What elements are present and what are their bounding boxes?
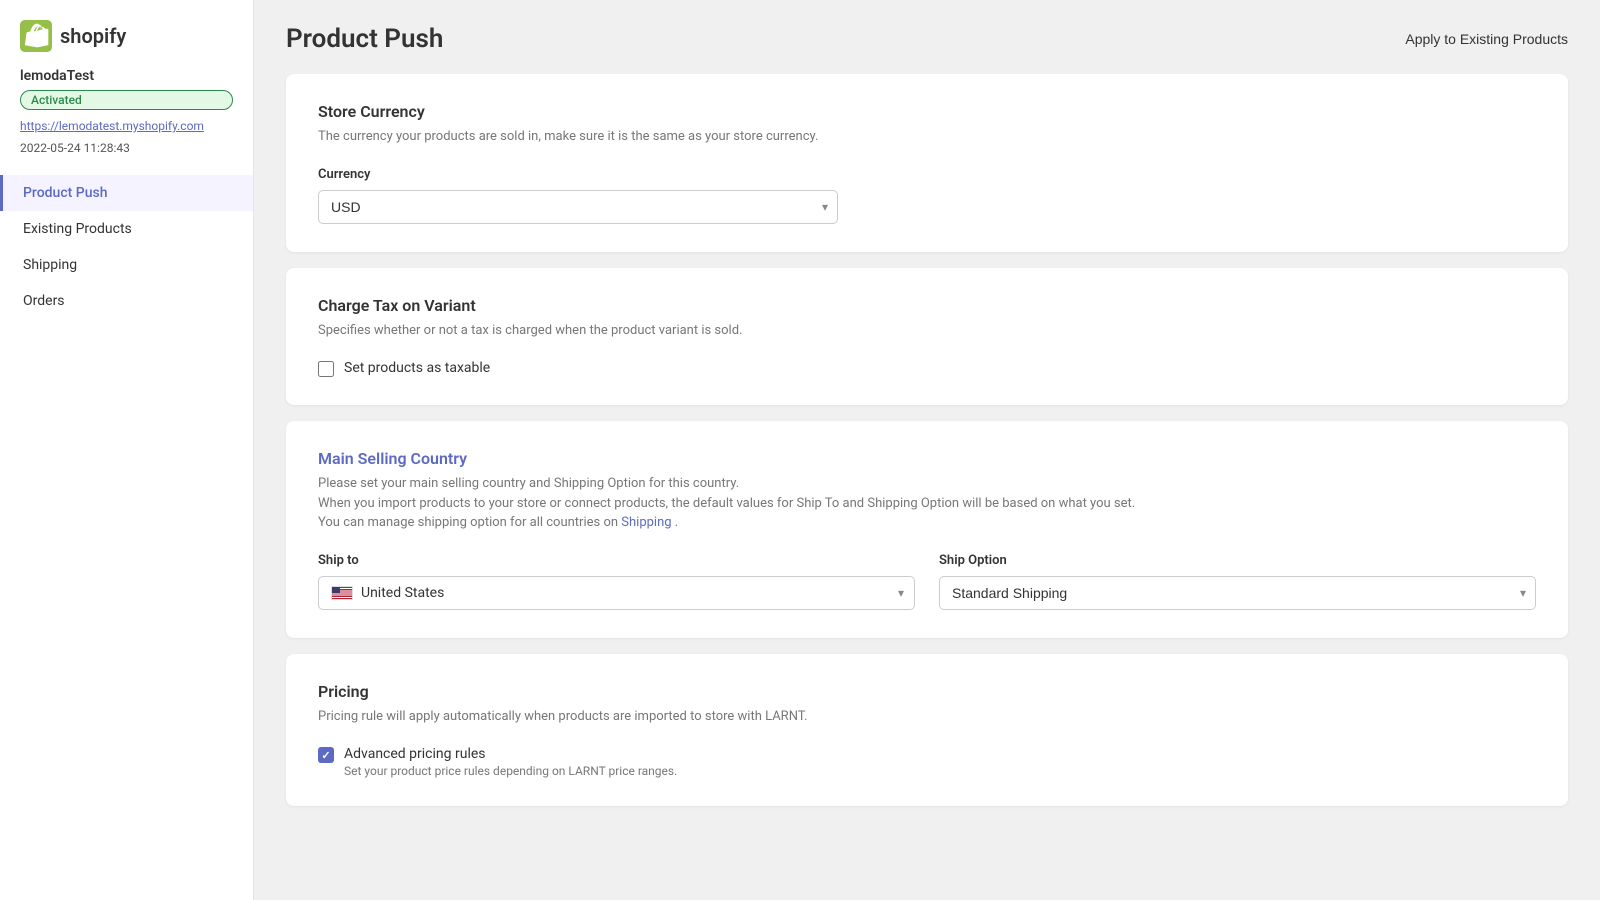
sidebar-item-orders[interactable]: Orders [0, 283, 253, 319]
svg-text:S: S [32, 29, 41, 44]
msc-desc-line2: When you import products to your store o… [318, 496, 1135, 511]
pricing-title: Pricing [318, 682, 1536, 701]
sidebar: S shopify lemodaTest Activated https://l… [0, 0, 254, 900]
main-selling-country-card: Main Selling Country Please set your mai… [286, 421, 1568, 638]
ship-option-label: Ship Option [939, 553, 1536, 568]
apply-to-existing-button[interactable]: Apply to Existing Products [1405, 31, 1568, 47]
currency-select-wrapper: USD EUR GBP CAD AUD ▾ [318, 190, 838, 224]
charge-tax-title: Charge Tax on Variant [318, 296, 1536, 315]
msc-desc-line3: You can manage shipping option for all c… [318, 515, 618, 530]
currency-select[interactable]: USD EUR GBP CAD AUD [318, 190, 838, 224]
advanced-pricing-row: ✓ Advanced pricing rules Set your produc… [318, 746, 1536, 778]
ship-row: Ship to United States ▾ Ship Option Stan… [318, 553, 1536, 610]
sidebar-item-existing-products[interactable]: Existing Products [0, 211, 253, 247]
store-currency-desc: The currency your products are sold in, … [318, 127, 1536, 147]
sidebar-logo: S shopify [0, 20, 253, 68]
sidebar-store-link[interactable]: https://lemodatest.myshopify.com [0, 118, 253, 135]
sidebar-date: 2022-05-24 11:28:43 [0, 141, 253, 171]
msc-title: Main Selling Country [318, 449, 1536, 468]
ship-to-label: Ship to [318, 553, 915, 568]
sidebar-item-shipping[interactable]: Shipping [0, 247, 253, 283]
taxable-checkbox-row: Set products as taxable [318, 360, 1536, 377]
store-currency-card: Store Currency The currency your product… [286, 74, 1568, 252]
advanced-pricing-sub: Set your product price rules depending o… [344, 764, 677, 778]
pricing-card: Pricing Pricing rule will apply automati… [286, 654, 1568, 807]
ship-to-select[interactable]: United States ▾ [318, 576, 915, 610]
ship-option-select-wrapper: Standard Shipping Express Shipping Free … [939, 576, 1536, 610]
ship-option-col: Ship Option Standard Shipping Express Sh… [939, 553, 1536, 610]
msc-shipping-link[interactable]: Shipping [621, 515, 671, 530]
ship-to-chevron-icon: ▾ [898, 586, 904, 600]
store-currency-title: Store Currency [318, 102, 1536, 121]
page-title: Product Push [286, 24, 443, 54]
msc-desc-line1: Please set your main selling country and… [318, 476, 739, 491]
activated-badge: Activated [20, 90, 233, 110]
advanced-pricing-label: Advanced pricing rules [344, 746, 677, 762]
taxable-checkbox-label: Set products as taxable [344, 360, 490, 376]
us-flag-icon [331, 586, 353, 600]
taxable-checkbox[interactable] [318, 361, 334, 377]
sidebar-item-product-push[interactable]: Product Push [0, 175, 253, 211]
currency-label: Currency [318, 167, 1536, 182]
ship-to-col: Ship to United States ▾ [318, 553, 915, 610]
sidebar-store-name: lemodaTest [0, 68, 253, 84]
shopify-icon: S [20, 20, 52, 52]
charge-tax-desc: Specifies whether or not a tax is charge… [318, 321, 1536, 341]
ship-to-value: United States [361, 585, 444, 601]
charge-tax-card: Charge Tax on Variant Specifies whether … [286, 268, 1568, 406]
sidebar-logo-text: shopify [60, 24, 126, 48]
main-header: Product Push Apply to Existing Products [286, 24, 1568, 54]
ship-option-select[interactable]: Standard Shipping Express Shipping Free … [939, 576, 1536, 610]
main-content: Product Push Apply to Existing Products … [254, 0, 1600, 900]
sidebar-nav: Product Push Existing Products Shipping … [0, 175, 253, 319]
advanced-pricing-label-group: Advanced pricing rules Set your product … [344, 746, 677, 778]
advanced-pricing-checkbox[interactable]: ✓ [318, 747, 334, 763]
msc-desc: Please set your main selling country and… [318, 474, 1536, 533]
pricing-desc: Pricing rule will apply automatically wh… [318, 707, 1536, 727]
checkmark-icon: ✓ [321, 750, 330, 761]
